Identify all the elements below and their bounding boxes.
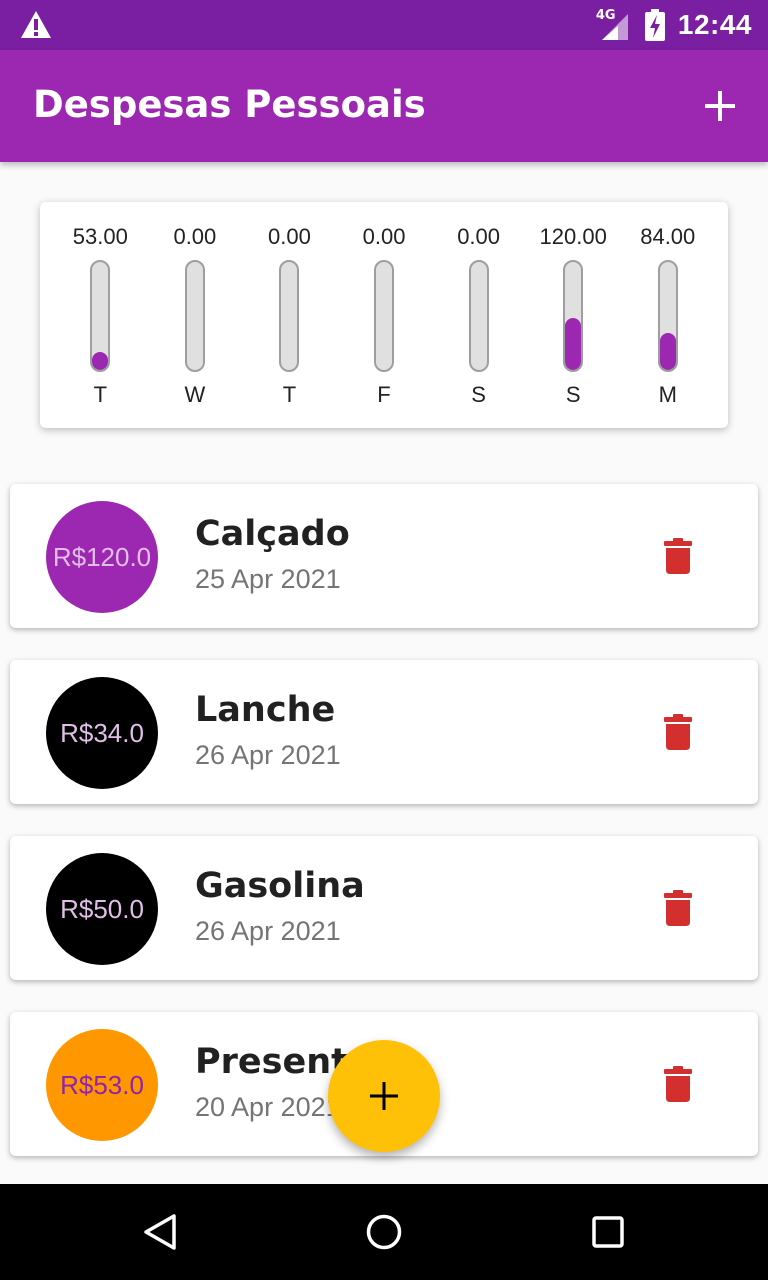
delete-button[interactable] — [658, 536, 698, 576]
add-expense-button[interactable] — [698, 84, 742, 128]
back-icon — [144, 1214, 176, 1250]
warning-icon — [21, 11, 51, 38]
chart-bar-column: 120.00 S — [526, 202, 621, 428]
bar-day-label: F — [377, 382, 391, 407]
chart-bar-column: 84.00 M — [620, 202, 715, 428]
transaction-amount: R$50.0 — [60, 893, 144, 924]
amount-avatar: R$120.0 — [46, 501, 158, 613]
weekly-chart-card: 53.00 T 0.00 W 0.00 T 0.00 F 0.00 S 120.00 S 84.00 M — [40, 202, 728, 428]
bar-track — [90, 260, 111, 372]
recents-icon — [592, 1216, 624, 1248]
trash-icon — [664, 538, 692, 574]
bar-day-label: S — [471, 382, 486, 407]
bar-day-label: S — [565, 382, 581, 407]
transaction-title: Lanche — [195, 690, 336, 730]
transaction-amount: R$53.0 — [60, 1069, 144, 1100]
plus-icon — [370, 1082, 398, 1110]
chart-columns: 53.00 T 0.00 W 0.00 T 0.00 F 0.00 S 120.00 S 84.00 M — [53, 202, 715, 428]
bar-value-label: 0.00 — [173, 224, 217, 249]
home-icon — [366, 1214, 402, 1250]
bar-value-label: 0.00 — [268, 224, 311, 249]
trash-icon — [664, 890, 692, 926]
bar-value-label: 0.00 — [457, 224, 501, 249]
bar-track — [563, 260, 584, 372]
delete-button[interactable] — [658, 1064, 698, 1104]
amount-avatar: R$53.0 — [46, 1029, 158, 1141]
transaction-card: R$50.0 Gasolina 26 Apr 2021 — [10, 836, 758, 980]
add-fab[interactable] — [328, 1040, 440, 1152]
bar-day-label: T — [93, 382, 108, 407]
transaction-title: Gasolina — [195, 866, 365, 906]
delete-button[interactable] — [658, 712, 698, 752]
status-time: 12:44 — [677, 9, 752, 40]
transaction-card: R$120.0 Calçado 25 Apr 2021 — [10, 484, 758, 628]
amount-avatar: R$50.0 — [46, 853, 158, 965]
chart-bar-column: 0.00 T — [242, 202, 337, 428]
navigation-bar — [0, 1184, 768, 1280]
bar-track — [279, 260, 300, 372]
bar-value-label: 84.00 — [640, 224, 696, 249]
bar-track — [184, 260, 205, 372]
bar-value-label: 120.00 — [539, 224, 607, 249]
app-bar: Despesas Pessoais — [0, 50, 768, 162]
delete-button[interactable] — [658, 888, 698, 928]
signal-icon: 4G — [594, 8, 632, 42]
chart-bar-column: 0.00 S — [431, 202, 526, 428]
chart-bar-column: 0.00 W — [148, 202, 243, 428]
status-bar: 4G 12:44 — [0, 0, 768, 50]
back-button[interactable] — [136, 1208, 184, 1256]
transaction-date: 20 Apr 2021 — [195, 1092, 341, 1122]
recents-button[interactable] — [584, 1208, 632, 1256]
transaction-amount: R$34.0 — [60, 717, 144, 748]
chart-bar-column: 53.00 T — [53, 202, 148, 428]
transaction-card: R$34.0 Lanche 26 Apr 2021 — [10, 660, 758, 804]
bar-value-label: 53.00 — [72, 224, 128, 249]
bar-fill — [565, 318, 582, 370]
plus-icon — [705, 91, 735, 121]
transaction-date: 26 Apr 2021 — [195, 916, 341, 946]
bar-value-label: 0.00 — [362, 224, 406, 249]
transaction-date: 25 Apr 2021 — [195, 564, 341, 594]
transaction-title: Calçado — [195, 514, 350, 554]
trash-icon — [664, 714, 692, 750]
bar-day-label: W — [184, 382, 206, 407]
bar-fill — [92, 351, 109, 370]
bar-fill — [659, 333, 676, 370]
bar-day-label: T — [282, 382, 297, 407]
battery-charging-icon — [644, 9, 665, 41]
bar-day-label: M — [658, 382, 677, 407]
home-button[interactable] — [360, 1208, 408, 1256]
transaction-amount: R$120.0 — [52, 541, 152, 572]
bar-track — [657, 260, 678, 372]
transaction-date: 26 Apr 2021 — [195, 740, 341, 770]
bar-track — [468, 260, 489, 372]
app-title: Despesas Pessoais — [33, 83, 426, 126]
amount-avatar: R$34.0 — [46, 677, 158, 789]
chart-bar-column: 0.00 F — [337, 202, 432, 428]
bar-track — [374, 260, 395, 372]
trash-icon — [664, 1066, 692, 1102]
